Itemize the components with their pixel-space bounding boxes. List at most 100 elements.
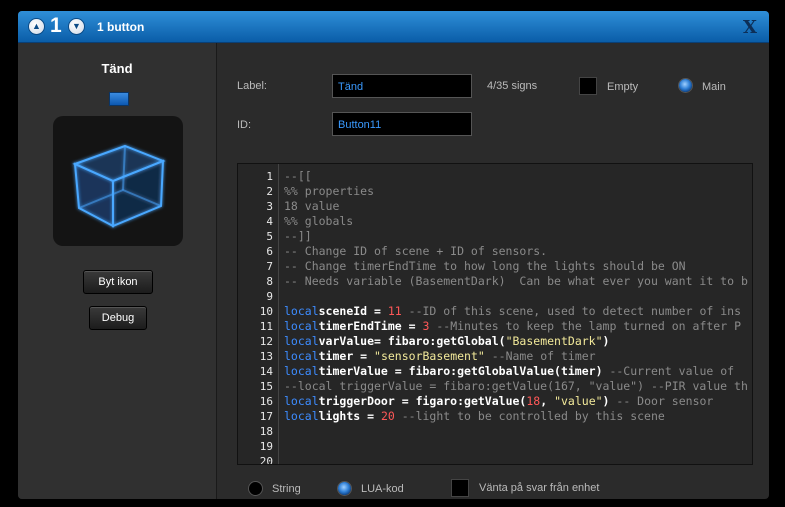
code-text: localtimerEndTime = 3 --Minutes to keep … [284, 319, 741, 334]
code-text: localtriggerDoor = figaro:getValue(18, "… [284, 394, 713, 409]
code-token: local [284, 319, 319, 333]
line-number: 18 [259, 425, 273, 438]
code-text: localtimerValue = fibaro:getGlobalValue(… [284, 364, 734, 379]
line-number: 20 [259, 455, 273, 465]
code-line: 9 [238, 289, 752, 304]
code-line: 8 -- Needs variable (BasementDark) Can be… [238, 274, 752, 289]
code-line: 3 18 value [238, 199, 752, 214]
code-text: localsceneId = 11 --ID of this scene, us… [284, 304, 741, 319]
code-text: --local triggerValue = fibaro:getValue(1… [284, 379, 748, 394]
code-token: local [284, 409, 319, 423]
code-line: 15 --local triggerValue = fibaro:getValue… [238, 379, 752, 394]
code-token: = figaro:getValue( [394, 394, 527, 408]
code-token: = fibaro:getGlobal( [374, 334, 506, 348]
label-input[interactable]: Tänd [332, 74, 472, 98]
debug-button[interactable]: Debug [89, 306, 147, 330]
id-caption: ID: [237, 119, 252, 131]
line-number: 16 [259, 395, 273, 408]
code-token: sceneId [318, 304, 368, 318]
line-number: 10 [259, 305, 273, 318]
code-token: "BasementDark" [505, 334, 603, 348]
code-text: --[[ [284, 169, 312, 184]
code-line: 6 -- Change ID of scene + ID of sensors. [238, 244, 752, 259]
code-editor[interactable]: 1 --[[2%% properties 3 18 value 4%% globals 5… [237, 163, 753, 465]
label-caption: Label: [237, 80, 267, 92]
code-comment: -- Needs variable (BasementDark) Can be … [284, 274, 748, 288]
line-number: 14 [259, 365, 273, 378]
code-token: --Name of timer [484, 349, 596, 363]
id-input[interactable]: Button11 [332, 112, 472, 136]
code-line: 5 --]] [238, 229, 752, 244]
string-radio[interactable] [249, 482, 262, 495]
code-line: 12 localvarValue= fibaro:getGlobal("Basem… [238, 334, 752, 349]
code-line: 18 [238, 424, 752, 439]
code-token: --light to be controlled by this scene [394, 409, 665, 423]
code-comment: -- Change ID of scene + ID of sensors. [284, 244, 548, 258]
code-token: "sensorBasement" [374, 349, 485, 363]
scroll-down-button[interactable]: ▼ [69, 19, 84, 34]
code-token: 11 [387, 304, 402, 318]
device-icon-box [53, 116, 183, 246]
device-panel: Tänd Byt ikon Debug [18, 43, 217, 499]
code-token: timer [318, 349, 354, 363]
status-indicator [109, 92, 129, 106]
scroll-up-button[interactable]: ▲ [29, 19, 44, 34]
line-number: 4 [266, 215, 273, 228]
lua-radio[interactable] [338, 482, 351, 495]
chevron-down-icon: ▼ [72, 21, 81, 31]
code-text: %% properties [284, 184, 374, 199]
line-number: 12 [259, 335, 273, 348]
line-number: 1 [266, 170, 273, 183]
main-radio[interactable] [679, 79, 692, 92]
code-comment: 18 value [284, 199, 340, 213]
code-text: --]] [284, 229, 312, 244]
device-title: Tänd [101, 61, 133, 76]
code-token: = [353, 349, 375, 363]
empty-checkbox[interactable] [579, 77, 597, 95]
code-text: -- Change ID of scene + ID of sensors. [284, 244, 547, 259]
change-icon-button[interactable]: Byt ikon [83, 270, 153, 294]
code-token: local [284, 394, 319, 408]
code-line: 20 [238, 454, 752, 465]
dialog-window: ▲ 1 ▼ 1 button X Tänd Byt ikon Debug Lab… [18, 11, 769, 499]
code-line: 10 localsceneId = 11 --ID of this scene, … [238, 304, 752, 319]
code-token: ) [602, 334, 610, 348]
code-token: "value" [554, 394, 603, 408]
code-text: 18 value [284, 199, 339, 214]
line-number: 3 [266, 200, 273, 213]
line-number: 13 [259, 350, 273, 363]
code-line: 19 [238, 439, 752, 454]
close-button[interactable]: X [743, 17, 757, 38]
code-token: varValue [318, 334, 375, 348]
code-comment: --[[ [284, 169, 312, 183]
line-number: 5 [266, 230, 273, 243]
code-token: = [360, 409, 381, 423]
line-number: 15 [259, 380, 273, 393]
wait-checkbox[interactable] [451, 479, 469, 497]
lua-label: LUA-kod [361, 483, 404, 495]
code-token: --Current value of [602, 364, 735, 378]
main-label: Main [702, 81, 726, 93]
code-line: 17 locallights = 20 --light to be control… [238, 409, 752, 424]
cube-icon [72, 144, 166, 228]
code-comment: -- Change timerEndTime to how long the l… [284, 259, 686, 273]
code-text: -- Needs variable (BasementDark) Can be … [284, 274, 748, 289]
code-line: 13 localtimer = "sensorBasement" --Name o… [238, 349, 752, 364]
code-token: 20 [380, 409, 395, 423]
line-number: 19 [259, 440, 273, 453]
code-line: 2 %% properties [238, 184, 752, 199]
line-number: 9 [266, 290, 273, 303]
code-line: 14 localtimerValue = fibaro:getGlobalValu… [238, 364, 752, 379]
code-token: lights [318, 409, 361, 423]
titlebar: ▲ 1 ▼ 1 button X [18, 11, 769, 43]
code-token: triggerDoor [318, 394, 395, 408]
code-token: timerEndTime [318, 319, 402, 333]
code-token: timerValue [318, 364, 388, 378]
code-token: , [540, 394, 555, 408]
chevron-up-icon: ▲ [32, 21, 41, 31]
line-number: 17 [259, 410, 273, 423]
code-token: --ID of this scene, used to detect numbe… [401, 304, 741, 318]
code-line: 4 %% globals [238, 214, 752, 229]
window-number: 1 [50, 14, 62, 37]
line-number: 7 [266, 260, 273, 273]
